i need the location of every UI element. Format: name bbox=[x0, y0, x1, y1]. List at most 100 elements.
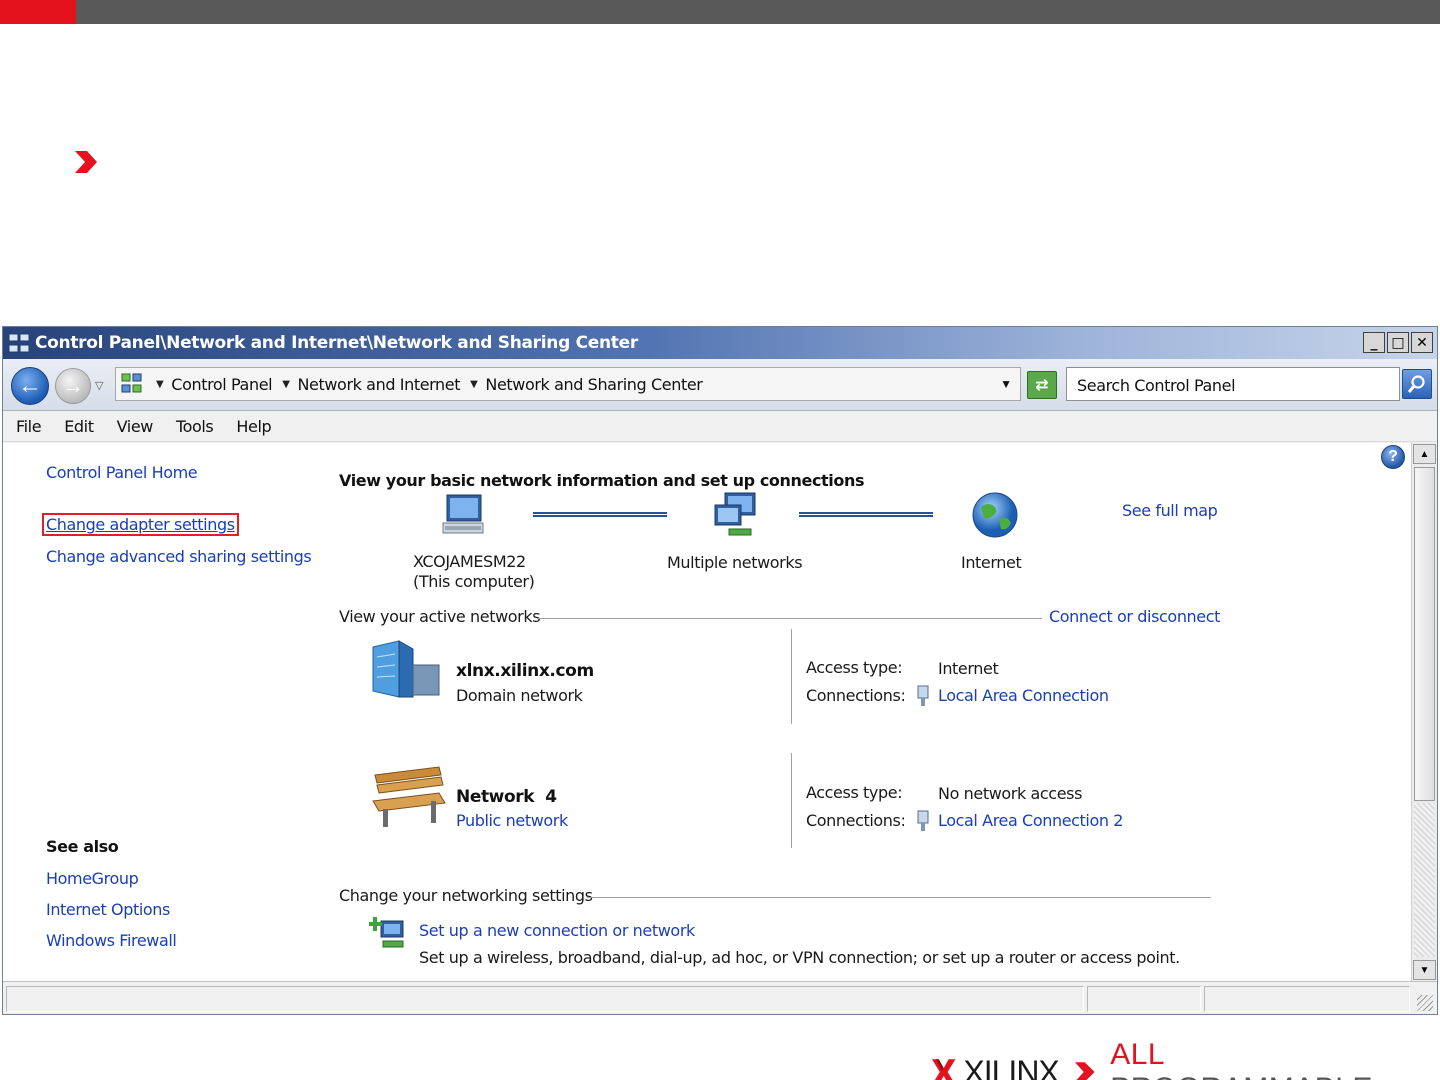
chevron-down-icon[interactable]: ▼ bbox=[470, 379, 478, 390]
multiple-networks-icon bbox=[714, 492, 756, 536]
bench-icon bbox=[372, 766, 446, 827]
forward-arrow-icon: → bbox=[62, 373, 84, 398]
status-pane bbox=[6, 986, 1084, 1012]
menu-help[interactable]: Help bbox=[236, 417, 271, 436]
status-bar bbox=[3, 981, 1437, 1014]
change-advanced-sharing-link[interactable]: Change advanced sharing settings bbox=[46, 547, 312, 566]
section-divider bbox=[587, 897, 1211, 898]
access-type-value: No network access bbox=[938, 784, 1083, 803]
change-settings-label: Change your networking settings bbox=[339, 886, 601, 905]
breadcrumb-control-panel[interactable]: Control Panel bbox=[171, 375, 272, 394]
page-heading: View your basic network information and … bbox=[339, 471, 865, 490]
search-icon bbox=[1407, 375, 1425, 393]
network-divider bbox=[791, 629, 792, 724]
globe-icon bbox=[972, 492, 1018, 538]
connect-disconnect-link[interactable]: Connect or disconnect bbox=[1049, 607, 1220, 626]
local-area-connection-2-link[interactable]: Local Area Connection 2 bbox=[938, 811, 1123, 830]
status-pane bbox=[1204, 986, 1410, 1012]
tagline: ALL PROGRAMMABLE bbox=[1110, 1038, 1428, 1080]
address-bar: ← → ▽ ▼ Control Panel ▼ Network and Inte… bbox=[3, 359, 1437, 411]
this-computer-label: (This computer) bbox=[413, 572, 535, 591]
network-name: Network 4 bbox=[456, 787, 557, 807]
internet-label: Internet bbox=[961, 553, 1022, 572]
change-adapter-settings-link[interactable]: Change adapter settings bbox=[42, 513, 239, 536]
tagline-programmable: PROGRAMMABLE bbox=[1110, 1072, 1373, 1080]
menu-bar: File Edit View Tools Help bbox=[3, 412, 1437, 442]
xilinx-chevron-icon bbox=[75, 151, 97, 173]
access-type-value: Internet bbox=[938, 659, 999, 678]
content-area: Control Panel Home Change adapter settin… bbox=[3, 443, 1411, 981]
chevron-down-icon[interactable]: ▼ bbox=[156, 379, 164, 390]
new-connection-icon bbox=[369, 917, 404, 948]
connections-label: Connections: bbox=[806, 686, 906, 705]
refresh-icon: ⇄ bbox=[1035, 377, 1049, 394]
xilinx-wordmark: XILINX bbox=[963, 1053, 1059, 1080]
xilinx-logo-icon bbox=[931, 1059, 956, 1080]
setup-connection-description: Set up a wireless, broadband, dial-up, a… bbox=[419, 948, 1180, 967]
scroll-up-button[interactable]: ▲ bbox=[1413, 444, 1436, 464]
resize-grip[interactable] bbox=[1417, 995, 1433, 1011]
computer-icon bbox=[442, 494, 484, 534]
see-also-heading: See also bbox=[46, 837, 119, 856]
computer-name-label: XCOJAMESM22 bbox=[413, 552, 526, 571]
ethernet-plug-icon bbox=[917, 685, 929, 706]
search-placeholder: Search Control Panel bbox=[1077, 376, 1236, 395]
maximize-button[interactable]: □ bbox=[1387, 332, 1409, 353]
see-full-map-link[interactable]: See full map bbox=[1122, 501, 1218, 520]
back-button[interactable]: ← bbox=[11, 367, 49, 405]
menu-edit[interactable]: Edit bbox=[64, 417, 94, 436]
network-type-link[interactable]: Public network bbox=[456, 811, 568, 830]
menu-file[interactable]: File bbox=[16, 417, 42, 436]
address-field[interactable]: ▼ Control Panel ▼ Network and Internet ▼… bbox=[115, 367, 1021, 401]
local-area-connection-link[interactable]: Local Area Connection bbox=[938, 686, 1109, 705]
network-name: xlnx.xilinx.com bbox=[456, 661, 594, 681]
forward-button[interactable]: → bbox=[55, 368, 91, 404]
connection-line bbox=[799, 512, 933, 517]
access-type-label: Access type: bbox=[806, 658, 903, 677]
recent-pages-dropdown[interactable]: ▽ bbox=[95, 379, 103, 392]
network-center-icon bbox=[8, 333, 30, 353]
ethernet-plug-icon bbox=[917, 810, 929, 831]
status-pane bbox=[1087, 986, 1201, 1012]
internet-options-link[interactable]: Internet Options bbox=[46, 900, 170, 919]
connection-line bbox=[533, 512, 667, 517]
xilinx-chevron-icon bbox=[1074, 1062, 1095, 1080]
address-dropdown-icon[interactable]: ▼ bbox=[1000, 377, 1012, 391]
breadcrumb-network-internet[interactable]: Network and Internet bbox=[297, 375, 460, 394]
control-panel-home-link[interactable]: Control Panel Home bbox=[46, 463, 198, 482]
back-arrow-icon: ← bbox=[18, 372, 42, 399]
help-icon[interactable]: ? bbox=[1381, 445, 1405, 469]
multiple-networks-label: Multiple networks bbox=[667, 553, 803, 572]
setup-connection-link[interactable]: Set up a new connection or network bbox=[419, 921, 695, 940]
active-networks-label: View your active networks bbox=[339, 607, 549, 626]
homegroup-link[interactable]: HomeGroup bbox=[46, 869, 139, 888]
access-type-label: Access type: bbox=[806, 783, 903, 802]
windows-firewall-link[interactable]: Windows Firewall bbox=[46, 931, 177, 950]
breadcrumb-sharing-center[interactable]: Network and Sharing Center bbox=[485, 375, 702, 394]
tagline-all: ALL bbox=[1110, 1038, 1164, 1071]
slide-top-bar bbox=[0, 0, 1440, 24]
chevron-down-icon[interactable]: ▼ bbox=[282, 379, 290, 390]
xilinx-footer-logo: XILINX ALL PROGRAMMABLE TM bbox=[930, 1038, 1440, 1080]
connections-label: Connections: bbox=[806, 811, 906, 830]
vertical-scrollbar[interactable]: ▲ ▼ bbox=[1411, 443, 1437, 981]
menu-tools[interactable]: Tools bbox=[176, 417, 214, 436]
network-type: Domain network bbox=[456, 686, 583, 705]
section-divider bbox=[537, 618, 1042, 619]
search-button[interactable] bbox=[1402, 369, 1432, 399]
window-title: Control Panel\Network and Internet\Netwo… bbox=[35, 333, 638, 353]
minimize-button[interactable]: _ bbox=[1363, 332, 1385, 353]
scroll-down-button[interactable]: ▼ bbox=[1413, 960, 1436, 980]
network-center-icon bbox=[121, 373, 142, 393]
scroll-track[interactable] bbox=[1414, 803, 1435, 957]
search-input[interactable]: Search Control Panel bbox=[1066, 367, 1400, 401]
refresh-button[interactable]: ⇄ bbox=[1027, 371, 1057, 399]
title-bar[interactable]: Control Panel\Network and Internet\Netwo… bbox=[3, 327, 1437, 359]
building-icon bbox=[372, 640, 440, 698]
slide-top-bar-accent bbox=[0, 0, 76, 24]
scroll-thumb[interactable] bbox=[1414, 467, 1435, 801]
close-button[interactable]: ✕ bbox=[1411, 332, 1433, 353]
network-sharing-center-window: Control Panel\Network and Internet\Netwo… bbox=[2, 326, 1438, 1015]
menu-view[interactable]: View bbox=[117, 417, 154, 436]
network-divider bbox=[791, 753, 792, 848]
